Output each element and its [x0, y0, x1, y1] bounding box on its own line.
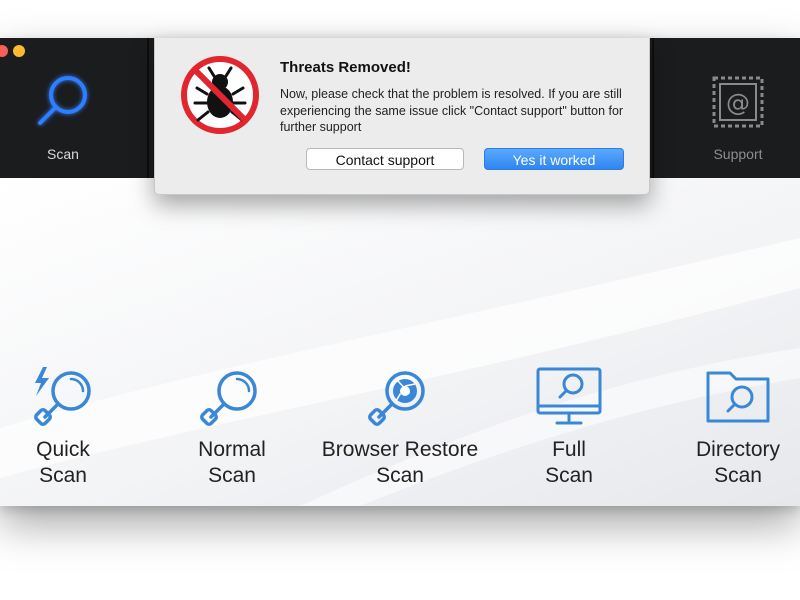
magnifier-icon — [38, 76, 87, 125]
full-scan-label-2: Scan — [545, 464, 593, 487]
full-scan-label-1: Full — [552, 438, 586, 461]
quick-scan-option[interactable]: Quick Scan — [0, 363, 148, 489]
toolbar-divider — [652, 38, 654, 178]
directory-scan-option[interactable]: Directory Scan — [653, 363, 800, 489]
toolbar-support-tab[interactable]: @ Support — [675, 38, 800, 178]
yes-it-worked-button[interactable]: Yes it worked — [484, 148, 624, 170]
scan-options-area: Quick Scan Normal Scan Browser Restore S… — [0, 178, 800, 506]
toolbar-scan-label: Scan — [47, 146, 79, 162]
toolbar-support-label: Support — [713, 146, 763, 162]
dialog-title: Threats Removed! — [280, 59, 411, 76]
quick-scan-icon — [34, 367, 91, 426]
quick-scan-label-1: Quick — [36, 438, 90, 461]
normal-scan-icon — [200, 371, 257, 426]
browser-restore-scan-option[interactable]: Browser Restore Scan — [315, 363, 485, 489]
normal-scan-label-1: Normal — [198, 438, 266, 461]
browser-restore-icon — [368, 371, 425, 426]
support-stamp-icon: @ — [712, 76, 764, 128]
svg-text:@: @ — [726, 89, 750, 117]
no-bug-icon — [181, 56, 259, 134]
toolbar-scan-tab[interactable]: Scan — [0, 38, 126, 178]
normal-scan-option[interactable]: Normal Scan — [147, 363, 317, 489]
browser-restore-label-2: Scan — [376, 464, 424, 487]
browser-restore-label-1: Browser Restore — [321, 438, 479, 461]
directory-scan-icon — [706, 371, 770, 423]
directory-scan-label-2: Scan — [714, 464, 762, 487]
contact-support-button[interactable]: Contact support — [306, 148, 464, 170]
toolbar-divider — [147, 38, 149, 178]
threats-removed-dialog: Threats Removed! Now, please check that … — [154, 38, 650, 195]
dialog-message: Now, please check that the problem is re… — [280, 87, 624, 134]
full-scan-icon — [536, 367, 602, 425]
normal-scan-label-2: Scan — [208, 464, 256, 487]
directory-scan-label-1: Directory — [695, 438, 780, 461]
full-scan-option[interactable]: Full Scan — [484, 363, 654, 489]
quick-scan-label-2: Scan — [39, 464, 87, 487]
